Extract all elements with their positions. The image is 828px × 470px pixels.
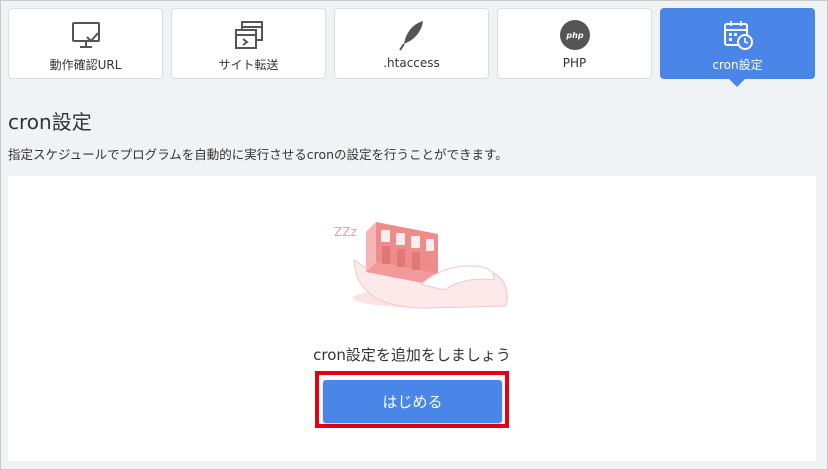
- active-tab-pointer: [729, 79, 745, 87]
- tab-site-redirect[interactable]: サイト転送: [171, 8, 326, 79]
- tab-htaccess[interactable]: .htaccess: [334, 8, 489, 79]
- tab-cron-settings[interactable]: cron設定: [660, 8, 815, 79]
- window-redirect-icon: [172, 18, 325, 52]
- tab-label: .htaccess: [383, 56, 440, 70]
- calendar-clock-icon: [661, 18, 814, 52]
- tab-label: サイト転送: [218, 58, 279, 72]
- tab-php[interactable]: php PHP: [497, 8, 652, 79]
- empty-state-message: cron設定を追加をしましょう: [313, 346, 511, 364]
- feather-icon: [335, 18, 488, 52]
- start-button[interactable]: はじめる: [323, 380, 502, 423]
- php-icon: php: [498, 18, 651, 52]
- page-description: 指定スケジュールでプログラムを自動的に実行させるcronの設定を行うことができま…: [8, 147, 508, 162]
- sleep-text: ZZz: [334, 225, 357, 239]
- tab-label: 動作確認URL: [49, 58, 122, 72]
- php-icon-text: php: [565, 31, 583, 40]
- cron-empty-panel: ZZz cron設定を追加をしましょう はじめる: [8, 176, 816, 461]
- tab-test-url[interactable]: 動作確認URL: [8, 8, 163, 79]
- tab-bar: 動作確認URL サイト転送 .htaccess php PHP cron設定: [8, 8, 816, 80]
- tab-label: PHP: [562, 56, 587, 70]
- sleeping-building-icon: ZZz: [326, 220, 516, 314]
- monitor-check-icon: [9, 18, 162, 52]
- tab-label: cron設定: [712, 58, 763, 72]
- page-title: cron設定: [8, 110, 92, 134]
